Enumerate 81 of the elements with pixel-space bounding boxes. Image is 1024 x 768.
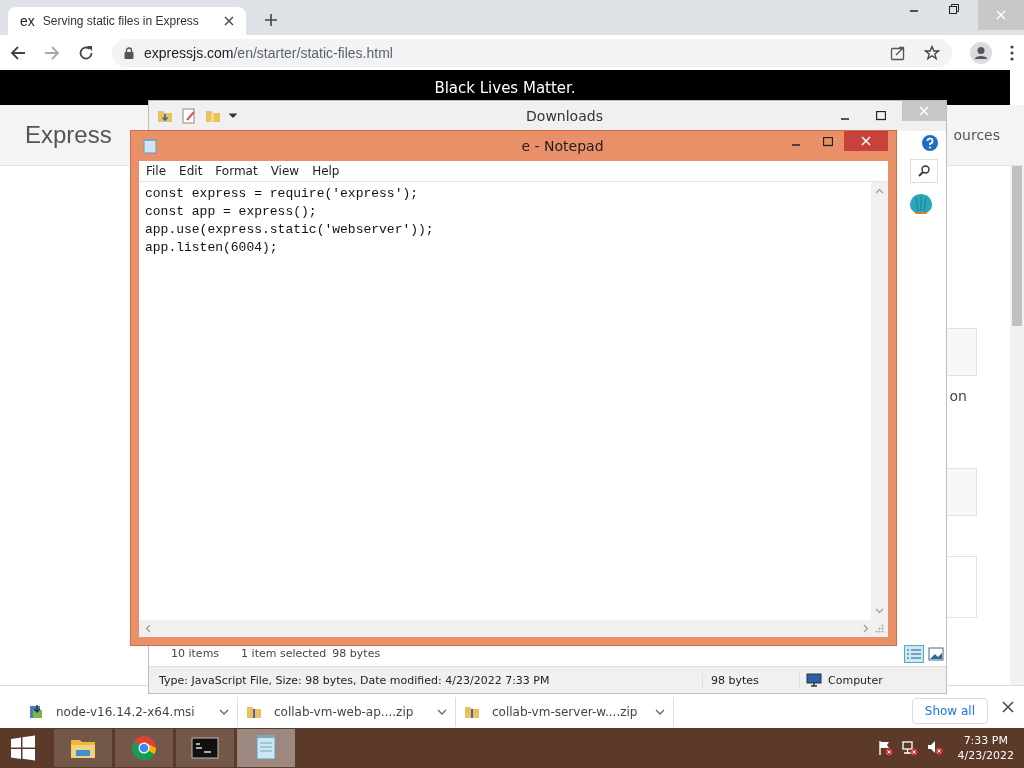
- scroll-up-icon: [875, 188, 884, 194]
- back-icon[interactable]: [10, 44, 26, 61]
- favicon: ex: [20, 13, 35, 29]
- taskbar-button[interactable]: [54, 729, 112, 767]
- zip-folder-icon: [464, 704, 480, 720]
- search-icon: [918, 165, 930, 177]
- maximize-icon[interactable]: [876, 111, 886, 121]
- clock-date: 4/23/2022: [957, 748, 1014, 763]
- menu-item[interactable]: Edit: [179, 164, 203, 178]
- share-icon[interactable]: [890, 44, 906, 61]
- properties-icon[interactable]: [181, 108, 197, 124]
- nav-link[interactable]: ources: [953, 127, 1000, 143]
- network-icon[interactable]: [901, 740, 918, 756]
- body-text: on: [949, 388, 967, 404]
- dropdown-icon[interactable]: [229, 113, 237, 119]
- clock-time: 7:33 PM: [963, 733, 1008, 748]
- location-text: Computer: [828, 673, 883, 687]
- menu-item[interactable]: Help: [312, 164, 340, 178]
- close-icon: [996, 10, 1006, 20]
- horizontal-scrollbar[interactable]: [139, 620, 888, 637]
- taskbar-button[interactable]: [237, 729, 295, 767]
- flag-icon[interactable]: [876, 740, 893, 756]
- menu-item[interactable]: View: [270, 164, 300, 178]
- help-icon[interactable]: [922, 135, 938, 151]
- resize-grip-icon: [875, 624, 884, 633]
- show-all-button[interactable]: Show all: [911, 698, 988, 724]
- details-view-icon[interactable]: [904, 644, 924, 663]
- maximize-icon[interactable]: [823, 137, 833, 147]
- address-bar[interactable]: expressjs.com/en/starter/static-files.html: [112, 38, 952, 67]
- menu-item[interactable]: File: [146, 164, 167, 178]
- caret-icon[interactable]: [437, 709, 447, 715]
- zip-folder-icon: [246, 704, 262, 720]
- thumbnail-view-icon[interactable]: [928, 646, 944, 661]
- file-size: 98 bytes: [702, 673, 799, 687]
- file-details: Type: JavaScript File, Size: 98 bytes, Date modified: 4/23/2022 7:33 PM: [159, 673, 551, 687]
- close-icon: [861, 136, 871, 146]
- site-logo[interactable]: Express: [25, 121, 112, 149]
- taskbar-button[interactable]: [115, 729, 173, 767]
- status-text: 98 bytes: [332, 647, 381, 660]
- new-tab-icon[interactable]: [264, 13, 278, 27]
- folder-download-icon[interactable]: [157, 108, 173, 124]
- status-text: 10 items: [171, 647, 220, 660]
- window-title: e - Notepad: [520, 138, 605, 154]
- caret-icon[interactable]: [655, 709, 665, 715]
- status-text: 1 item selected: [241, 647, 327, 660]
- close-icon: [919, 106, 929, 116]
- computer-icon: [806, 672, 822, 688]
- restore-icon[interactable]: [948, 3, 960, 15]
- windows-start-icon[interactable]: [10, 735, 36, 761]
- download-item[interactable]: collab-vm-server-w....zip: [456, 697, 674, 727]
- speaker-muted-icon[interactable]: [926, 740, 943, 756]
- scroll-left-icon: [145, 624, 151, 633]
- scrollbar-thumb[interactable]: [1012, 166, 1022, 326]
- caret-icon[interactable]: [219, 709, 229, 715]
- download-item[interactable]: collab-vm-web-ap....zip: [238, 697, 456, 727]
- lock-icon: [124, 46, 134, 59]
- code-line: app.use(express.static('webserver'));: [145, 221, 435, 239]
- code-line: const express = require('express');: [145, 185, 420, 203]
- vertical-scrollbar[interactable]: [871, 182, 888, 620]
- search-field[interactable]: [910, 159, 938, 183]
- url-text: expressjs.com/en/starter/static-files.html: [144, 44, 393, 61]
- code-line: app.listen(6004);: [145, 239, 279, 257]
- close-icon[interactable]: [224, 16, 234, 26]
- reload-icon[interactable]: [78, 44, 94, 61]
- clock[interactable]: 7:33 PM 4/23/2022: [951, 733, 1024, 763]
- scroll-down-icon: [875, 608, 884, 614]
- menu-item[interactable]: Format: [215, 164, 258, 178]
- profile-icon[interactable]: [970, 41, 992, 64]
- window-title: Downloads: [525, 108, 604, 124]
- tab-title: Serving static files in Express: [42, 14, 200, 28]
- scrollbar[interactable]: [1010, 166, 1024, 685]
- code-line: const app = express();: [145, 203, 318, 221]
- scroll-right-icon: [863, 624, 869, 633]
- browser-tab[interactable]: ex Serving static files in Express: [8, 7, 246, 35]
- menu-icon[interactable]: [1010, 44, 1014, 61]
- close-icon[interactable]: [1002, 701, 1014, 713]
- download-item[interactable]: node-v16.14.2-x64.msi: [20, 697, 238, 727]
- installer-icon: [28, 704, 44, 720]
- star-icon[interactable]: [924, 44, 940, 61]
- taskbar-button[interactable]: [176, 729, 234, 767]
- shell-icon: [908, 191, 934, 215]
